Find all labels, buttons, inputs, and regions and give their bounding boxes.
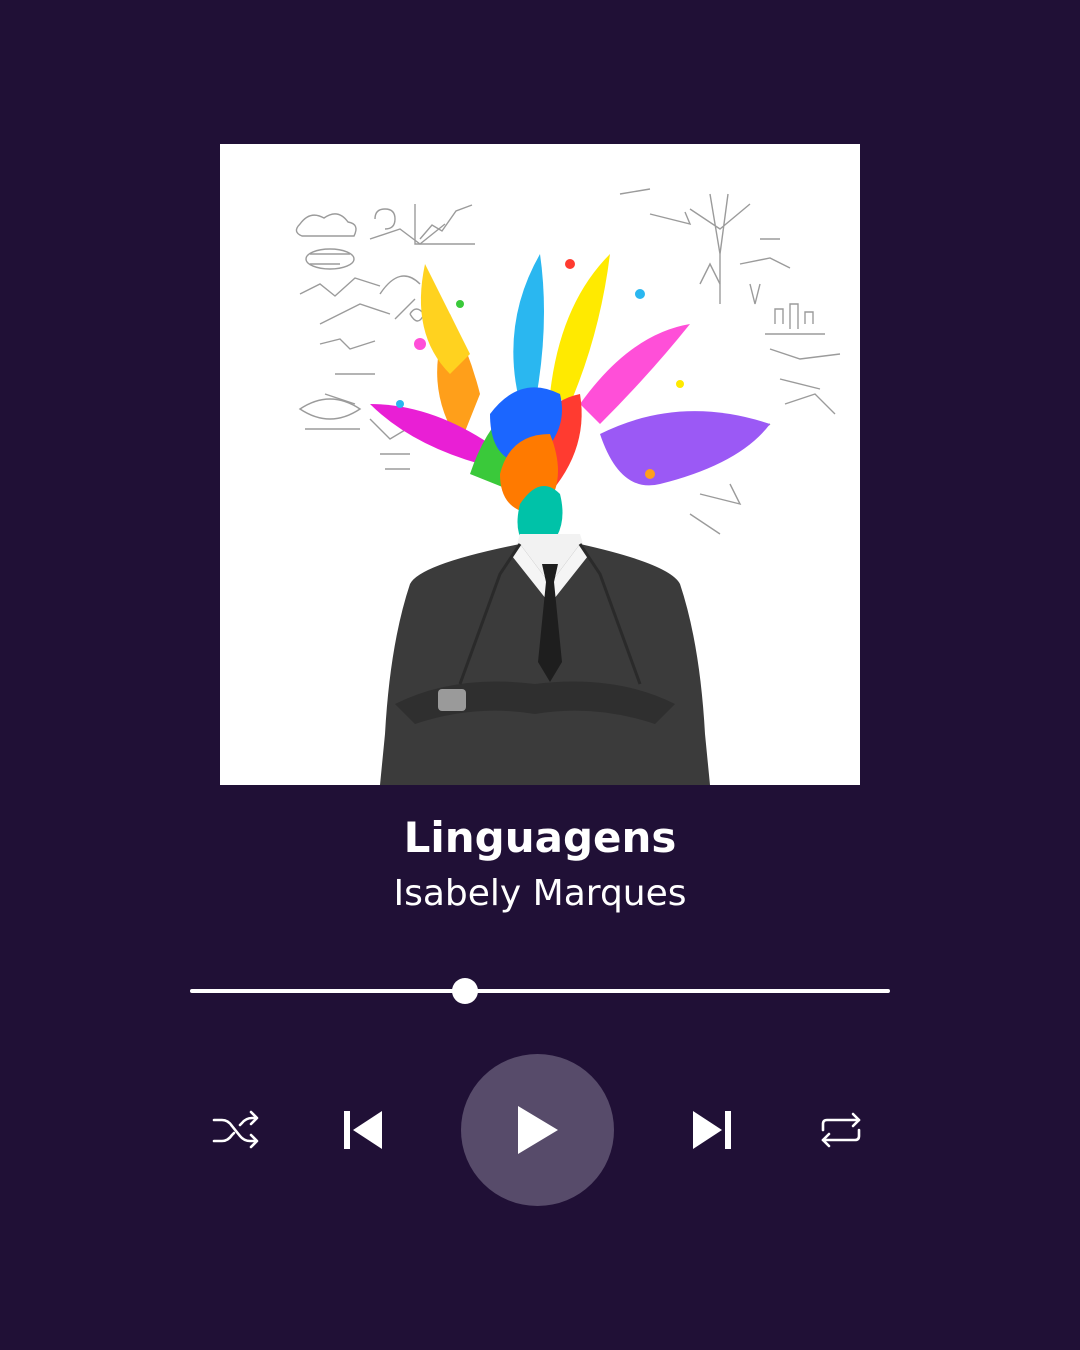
album-cover-illustration [220, 144, 860, 785]
track-artist: Isabely Marques [393, 873, 687, 914]
shuffle-icon [212, 1110, 259, 1149]
shuffle-button[interactable] [204, 1100, 266, 1160]
progress-thumb[interactable] [452, 978, 479, 1004]
next-button[interactable] [681, 1100, 743, 1160]
skip-next-icon [693, 1111, 731, 1149]
progress-slider[interactable] [190, 976, 890, 1006]
progress-track[interactable] [190, 989, 890, 993]
repeat-button[interactable] [810, 1100, 872, 1160]
skip-previous-icon [344, 1111, 382, 1149]
play-icon [517, 1106, 558, 1154]
previous-button[interactable] [332, 1100, 394, 1160]
music-player: Linguagens Isabely Marques [0, 0, 1080, 1350]
repeat-icon [821, 1112, 861, 1148]
play-button[interactable] [461, 1054, 614, 1206]
album-cover [220, 144, 860, 785]
track-title: Linguagens [403, 813, 677, 862]
